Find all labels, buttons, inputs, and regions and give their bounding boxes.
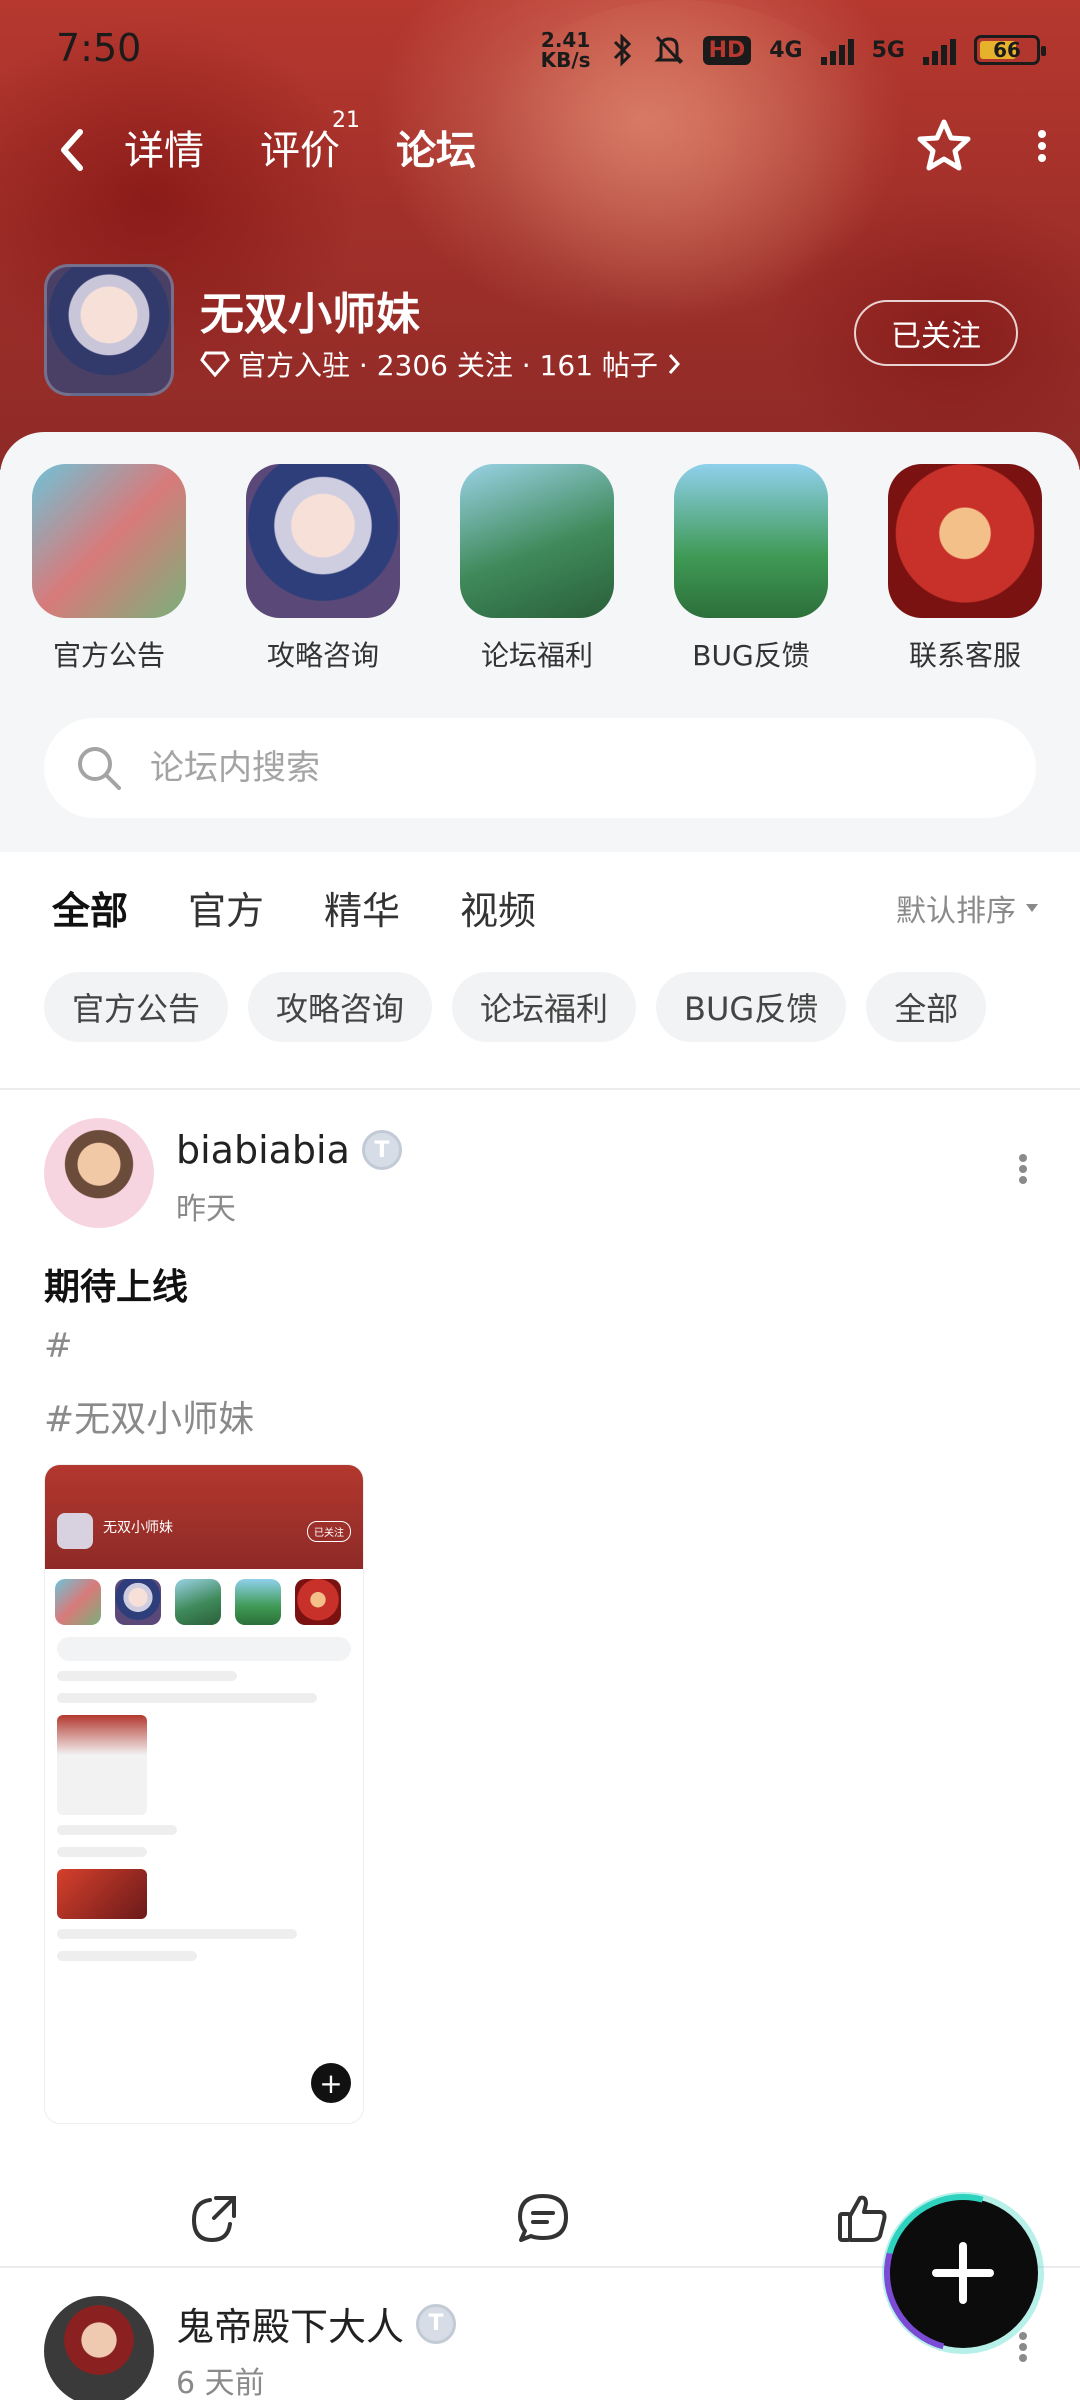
signal-bars-icon bbox=[923, 35, 956, 65]
post-image-lines bbox=[57, 1929, 351, 1961]
post-image-thumb bbox=[57, 1715, 147, 1815]
nav-actions bbox=[914, 116, 1050, 176]
post-image-lines bbox=[57, 1825, 351, 1857]
post-image-plus-icon: + bbox=[311, 2063, 351, 2103]
category-guide[interactable]: 攻略咨询 bbox=[246, 464, 400, 674]
create-post-button[interactable] bbox=[888, 2198, 1038, 2348]
chevron-right-icon bbox=[668, 354, 680, 374]
category-image bbox=[246, 464, 400, 618]
post-hashtag[interactable]: #无双小师妹 bbox=[44, 1390, 254, 1442]
filter-tab-all[interactable]: 全部 bbox=[52, 880, 128, 941]
category-customer-service[interactable]: 联系客服 bbox=[888, 464, 1042, 674]
favorite-star-icon[interactable] bbox=[914, 116, 974, 176]
filter-tab-video[interactable]: 视频 bbox=[460, 880, 536, 935]
following-button[interactable]: 已关注 bbox=[854, 300, 1018, 366]
post-author[interactable]: biabiabia T bbox=[176, 1128, 402, 1172]
bluetooth-icon bbox=[613, 33, 631, 67]
tab-forum[interactable]: 论坛 bbox=[396, 118, 476, 184]
game-avatar[interactable] bbox=[44, 264, 174, 396]
more-vertical-icon[interactable] bbox=[1016, 1152, 1030, 1186]
search-icon bbox=[78, 747, 121, 790]
more-vertical-icon[interactable] bbox=[1034, 126, 1050, 166]
forum-panel: 官方公告 攻略咨询 论坛福利 BUG反馈 联系客服 bbox=[0, 432, 1080, 852]
back-arrow-icon[interactable] bbox=[52, 120, 92, 180]
chip-bug-report[interactable]: BUG反馈 bbox=[656, 972, 847, 1042]
category-chips: 官方公告 攻略咨询 论坛福利 BUG反馈 全部 bbox=[44, 972, 987, 1042]
diamond-icon bbox=[200, 351, 230, 377]
filter-tabs: 全部 官方 精华 视频 bbox=[52, 880, 536, 941]
status-bar: 7:50 2.41 KB/s HD 4G 5G 66 bbox=[0, 0, 1080, 100]
post-hashtag[interactable]: # bbox=[44, 1326, 73, 1366]
post-image-thumb bbox=[57, 1869, 147, 1919]
hd-badge: HD bbox=[702, 35, 752, 65]
more-vertical-icon[interactable] bbox=[1016, 2330, 1030, 2364]
search-input[interactable] bbox=[150, 748, 950, 788]
post-image-categories bbox=[45, 1569, 363, 1629]
net-4g-label: 4G bbox=[769, 37, 803, 63]
share-icon[interactable] bbox=[186, 2190, 242, 2246]
post-image-avatar bbox=[57, 1513, 93, 1549]
status-icons: 2.41 KB/s HD 4G 5G 66 bbox=[540, 28, 1046, 72]
category-bug-report[interactable]: BUG反馈 bbox=[674, 464, 828, 674]
category-row: 官方公告 攻略咨询 论坛福利 BUG反馈 联系客服 bbox=[32, 464, 1042, 674]
game-meta[interactable]: 官方入驻 · 2306 关注 · 161 帖子 bbox=[200, 344, 682, 384]
category-image bbox=[888, 464, 1042, 618]
post-title: 期待上线 bbox=[44, 1267, 189, 1308]
status-time: 7:50 bbox=[56, 26, 142, 70]
category-image bbox=[674, 464, 828, 618]
level-badge: T bbox=[416, 2303, 457, 2344]
chip-welfare[interactable]: 论坛福利 bbox=[452, 972, 637, 1042]
net-5g-label: 5G bbox=[871, 37, 905, 63]
post-image-header: 无双小师妹 已关注 bbox=[45, 1465, 363, 1569]
reviews-count-badge: 21 bbox=[332, 108, 360, 133]
top-nav: 详情 评价 21 论坛 bbox=[0, 100, 1080, 200]
tab-reviews[interactable]: 评价 21 bbox=[260, 108, 360, 176]
chip-guide[interactable]: 攻略咨询 bbox=[248, 972, 433, 1042]
chip-official-notice[interactable]: 官方公告 bbox=[44, 972, 229, 1042]
avatar[interactable] bbox=[44, 1118, 154, 1228]
chip-all[interactable]: 全部 bbox=[866, 972, 987, 1042]
category-image bbox=[460, 464, 614, 618]
post-time: 6 天前 bbox=[176, 2366, 265, 2400]
tab-details[interactable]: 详情 bbox=[124, 118, 204, 176]
comment-icon[interactable] bbox=[514, 2190, 572, 2246]
game-info: 无双小师妹 官方入驻 · 2306 关注 · 161 帖子 已关注 bbox=[44, 264, 1044, 404]
mute-bell-icon bbox=[653, 35, 684, 65]
forum-search-bar[interactable] bbox=[44, 718, 1036, 818]
page-tabs: 详情 评价 21 论坛 bbox=[124, 108, 476, 184]
filter-tab-official[interactable]: 官方 bbox=[188, 880, 264, 935]
category-image bbox=[32, 464, 186, 618]
category-welfare[interactable]: 论坛福利 bbox=[460, 464, 614, 674]
network-speed: 2.41 KB/s bbox=[540, 28, 591, 72]
sort-dropdown[interactable]: 默认排序 bbox=[896, 886, 1040, 930]
post-image[interactable]: 无双小师妹 已关注 + bbox=[44, 1464, 364, 2124]
game-title: 无双小师妹 bbox=[200, 289, 420, 340]
avatar[interactable] bbox=[44, 2296, 154, 2400]
signal-bars-icon bbox=[820, 35, 854, 65]
plus-icon bbox=[932, 2242, 994, 2304]
post-image-lines bbox=[57, 1671, 351, 1703]
filter-tab-featured[interactable]: 精华 bbox=[324, 880, 400, 935]
level-badge: T bbox=[361, 1130, 402, 1170]
post-time: 昨天 bbox=[176, 1192, 236, 1227]
divider bbox=[0, 1088, 1080, 1090]
post-author[interactable]: 鬼帝殿下大人 T bbox=[176, 2296, 457, 2351]
caret-down-icon bbox=[1026, 904, 1038, 912]
like-thumb-icon[interactable] bbox=[834, 2190, 890, 2246]
category-official-notice[interactable]: 官方公告 bbox=[32, 464, 186, 674]
post-image-search bbox=[57, 1637, 351, 1661]
battery-icon: 66 bbox=[974, 35, 1046, 65]
